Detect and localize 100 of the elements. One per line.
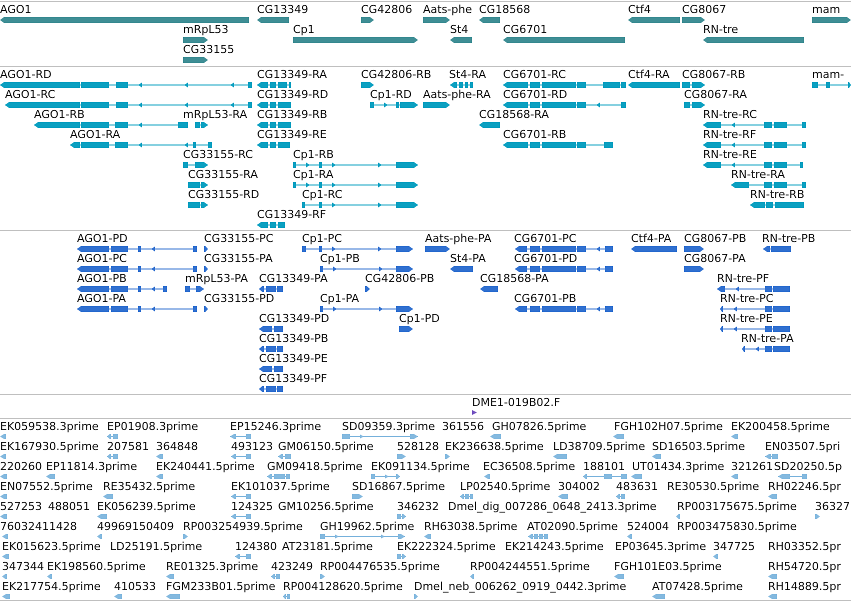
est-label: RH03352.5pr [768, 540, 841, 553]
gene-label: CG6701 [503, 23, 548, 36]
est-label: RP003475830.5prime [677, 520, 797, 533]
gene-label: Aats-phe [423, 3, 472, 16]
est-label: 321261 [731, 460, 773, 473]
est-label: 410533 [114, 580, 156, 593]
protein-label: Ctf4-PA [631, 232, 672, 245]
transcript-label: CG13349-RB [257, 108, 328, 121]
transcript-label: CG13349-RE [257, 128, 327, 141]
protein-label: CG6701-PD [514, 252, 578, 265]
protein-label: Cp1-PC [302, 232, 342, 245]
est-label: EK015623.5prime [2, 540, 101, 553]
est-label: Dmel_neb_006262_0919_0442.3prime [414, 580, 626, 593]
protein-label: CG13349-PB [259, 332, 328, 345]
est-label: 493123 [231, 440, 273, 453]
protein-label: St4-PA [450, 252, 486, 265]
gene-label: CG8067 [682, 3, 726, 16]
gene-label: AGO1 [0, 3, 32, 16]
gene-label: CG42806 [361, 3, 412, 16]
est-label: 49969150409 [97, 520, 174, 533]
protein-label: CG13349-PF [259, 372, 328, 385]
protein-label: CG6701-PB [514, 292, 576, 305]
est-label: 220260 [0, 460, 42, 473]
transcript-label: AGO1-RA [70, 128, 120, 141]
transcript-label: mam- [812, 68, 844, 81]
est-label: RP004476535.5prime [320, 560, 440, 573]
est-label: EK091134.5prime [371, 460, 470, 473]
transcript-label: Aats-phe-RA [423, 88, 491, 101]
gene-label: RN-tre [703, 23, 738, 36]
transcript-label: RN-tre-RB [750, 188, 804, 201]
est-label: EP11814.3prime [46, 460, 138, 473]
transcript-label: Cp1-RD [370, 88, 412, 101]
est-label: EK167930.5prime [0, 440, 99, 453]
est-label: 423249 [271, 560, 313, 573]
protein-label: mRpL53-PA [185, 272, 248, 285]
transcript-label: CG6701-RC [503, 68, 566, 81]
protein-label: CG18568-PA [480, 272, 549, 285]
transcript-label: CG13349-RA [257, 68, 327, 81]
est-label: Dmel_dig_007286_0648_2413.3prime [448, 500, 657, 513]
protein-label: AGO1-PA [77, 292, 126, 305]
protein-label: AGO1-PC [77, 252, 127, 265]
protein-label: Aats-phe-PA [425, 232, 492, 245]
est-label: GM06150.5prime [278, 440, 374, 453]
protein-label: RN-tre-PB [762, 232, 816, 245]
est-label: SD16503.5prime [652, 440, 745, 453]
transcript-label: RN-tre-RE [703, 148, 757, 161]
transcript-label: CG18568-RA [479, 108, 549, 121]
est-label: SD20250.5p [774, 460, 842, 473]
transcript-label: Cp1-RB [293, 148, 334, 161]
transcript-label: CG13349-RF [257, 208, 326, 221]
est-label: SD16867.5prime [352, 480, 445, 493]
est-label: GM10256.5prime [278, 500, 374, 513]
gene-label: mam [812, 3, 840, 16]
est-label: 364848 [156, 440, 198, 453]
est-label: EK101037.5prime [231, 480, 330, 493]
est-label: EP15246.3prime [230, 420, 322, 433]
transcript-label: CG8067-RA [684, 88, 747, 101]
gene-label: CG18568 [479, 3, 530, 16]
protein-label: CG6701-PC [514, 232, 576, 245]
protein-label: RN-tre-PF [717, 272, 770, 285]
transcript-label: AGO1-RB [34, 108, 85, 121]
protein-label: CG33155-PD [204, 292, 274, 305]
est-label: EK059538.3prime [0, 420, 99, 433]
protein-label: Cp1-PD [399, 312, 440, 325]
est-label: 528128 [397, 440, 439, 453]
transcript-label: Cp1-RC [302, 188, 342, 201]
protein-label: CG13349-PE [259, 352, 328, 365]
est-label: UT01434.3prime [632, 460, 724, 473]
est-label: EK217754.5prime [2, 580, 101, 593]
transcript-label: RN-tre-RC [703, 108, 757, 121]
transcript-label: AGO1-RC [5, 88, 56, 101]
protein-label: CG8067-PB [684, 232, 746, 245]
protein-label: CG42806-PB [365, 272, 434, 285]
est-label: 124380 [235, 540, 277, 553]
est-label: 124325 [231, 500, 273, 513]
transcript-label: CG6701-RB [503, 128, 566, 141]
est-label: LP02540.5prime [460, 480, 550, 493]
est-label: FGH102H07.5prime [614, 420, 723, 433]
est-label: 36327 [815, 500, 850, 513]
est-label: EK200458.5prime [731, 420, 830, 433]
transcript-label: CG42806-RB [361, 68, 432, 81]
est-label: GH07826.5prime [492, 420, 586, 433]
clone-label: DME1-019B02.F [472, 396, 560, 409]
gene-label: Cp1 [293, 23, 315, 36]
est-label: RE35432.5prime [103, 480, 196, 493]
est-label: EK198560.5prime [47, 560, 146, 573]
protein-label: CG8067-PA [684, 252, 746, 265]
est-label: RH54720.5pr [768, 560, 841, 573]
protein-label: AGO1-PD [77, 232, 128, 245]
est-label: RP003175675.5prime [677, 500, 797, 513]
est-label: FGM233B01.5prime [166, 580, 276, 593]
protein-label: Cp1-PA [320, 292, 360, 305]
est-label: RE01325.3prime [166, 560, 258, 573]
est-label: 304002 [558, 480, 600, 493]
est-label: 346232 [397, 500, 439, 513]
gene-label: mRpL53 [183, 23, 228, 36]
gene-label: St4 [450, 23, 468, 36]
transcript-label: mRpL53-RA [183, 108, 248, 121]
transcript-label: CG33155-RC [183, 148, 253, 161]
est-label: RH14889.5pr [768, 580, 841, 593]
